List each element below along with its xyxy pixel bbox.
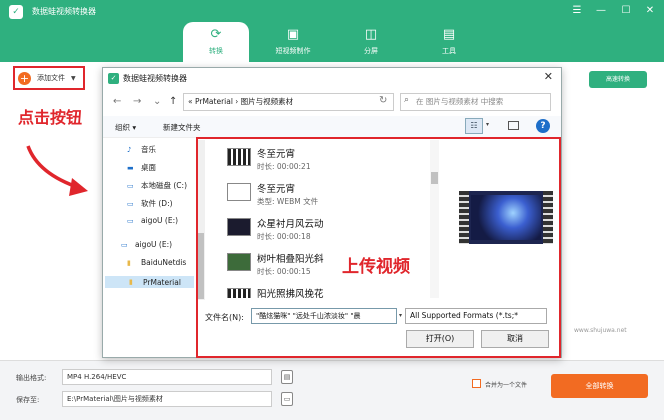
tree-item-drive-e[interactable]: ▭ aigoU (E:) [127, 216, 178, 225]
search-placeholder: 在 图片与视频素材 中搜索 [416, 97, 504, 106]
view-mode-icon[interactable]: ☷ [465, 118, 483, 134]
chevron-down-icon[interactable]: ▾ [486, 121, 489, 128]
output-format-label: 输出格式: [16, 374, 47, 382]
convert-icon: ⟳ [210, 27, 222, 42]
drive-icon: ▭ [127, 199, 134, 208]
tab-toolbox[interactable]: ▤ 工具 [416, 22, 482, 62]
tree-item-desktop[interactable]: ▬ 桌面 [127, 162, 156, 173]
refresh-icon[interactable]: ↻ [379, 95, 387, 106]
dialog-close-icon[interactable]: ✕ [544, 70, 553, 83]
annotation-upload-video: 上传视频 [342, 257, 410, 277]
toolbox-icon: ▤ [442, 27, 456, 42]
app-header: ✓ 数据蛙视频转换器 ☰ — ☐ ✕ ⟳ 转换 ▣ 短视频制作 ◫ 分屏 ▤ 工… [0, 0, 664, 62]
add-file-label: 添加文件 [37, 74, 65, 82]
chevron-down-icon[interactable]: ▼ [71, 75, 76, 82]
forward-icon[interactable]: → [133, 96, 141, 107]
desktop-icon: ▬ [127, 163, 134, 172]
tree-label: BaiduNetdis [141, 258, 187, 267]
tree-item-drive-e-root[interactable]: ▭ aigoU (E:) [121, 240, 172, 249]
drive-icon: ▭ [121, 240, 128, 249]
tree-label: aigoU (E:) [141, 216, 179, 225]
menu-icon[interactable]: ☰ [570, 4, 584, 18]
maximize-icon[interactable]: ☐ [619, 4, 633, 18]
tab-convert[interactable]: ⟳ 转换 [183, 22, 249, 62]
tab-label: 短视频制作 [275, 47, 311, 55]
dialog-title: 数据蛙视频转换器 [123, 74, 187, 83]
tree-item-prmaterial[interactable]: ▮ PrMaterial [105, 276, 194, 288]
app-title: 数据蛙视频转换器 [32, 7, 96, 16]
arrow-icon [26, 145, 88, 196]
drive-icon: ▭ [127, 216, 134, 225]
tab-split-screen[interactable]: ◫ 分屏 [338, 22, 404, 62]
watermark: www.shujuwa.net [574, 327, 627, 334]
help-icon[interactable]: ? [536, 119, 550, 133]
folder-tree: ♪ 音乐 ▬ 桌面 ▭ 本地磁盘 (C:) ▭ 软件 (D:) ▭ aigoU (E:) … [103, 140, 198, 300]
tree-label: 软件 (D:) [141, 199, 173, 208]
close-icon[interactable]: ✕ [643, 4, 657, 18]
search-icon: ⌕ [404, 95, 410, 105]
folder-icon: ▮ [127, 258, 131, 267]
up-folder-icon[interactable]: ↑ [169, 96, 177, 107]
save-to-label: 保存至: [16, 396, 40, 404]
new-folder-button[interactable]: 新建文件夹 [163, 122, 201, 133]
tree-label: aigoU (E:) [135, 240, 173, 249]
plus-icon: + [18, 71, 31, 85]
tree-item-drive-c[interactable]: ▭ 本地磁盘 (C:) [127, 180, 187, 191]
format-settings-icon[interactable]: ▤ [281, 370, 293, 384]
merge-label: 合并为一个文件 [485, 382, 528, 389]
convert-all-button[interactable]: 全部转换 [551, 374, 648, 398]
tree-label: 桌面 [141, 163, 156, 172]
annotation-click-button: 点击按钮 [18, 108, 83, 127]
back-icon[interactable]: ← [113, 96, 121, 107]
tree-item-drive-d[interactable]: ▭ 软件 (D:) [127, 198, 173, 209]
tree-item-baidunetdisk[interactable]: ▮ BaiduNetdis [127, 258, 186, 267]
music-icon: ♪ [127, 145, 132, 154]
highlight-box [196, 137, 561, 358]
address-breadcrumb[interactable]: « PrMaterial › 图片与视频素材 [183, 93, 394, 111]
tab-label: 工具 [442, 47, 456, 55]
tree-label: 音乐 [141, 145, 156, 154]
tree-item-music[interactable]: ♪ 音乐 [127, 144, 156, 155]
tab-video-edit[interactable]: ▣ 短视频制作 [260, 22, 326, 62]
tree-label: PrMaterial [143, 277, 181, 287]
tab-label: 分屏 [364, 47, 378, 55]
organize-menu[interactable]: 组织 ▾ [115, 122, 136, 133]
drive-icon: ▭ [127, 181, 134, 190]
minimize-icon[interactable]: — [594, 4, 608, 18]
recent-locations-icon[interactable]: ⌄ [153, 96, 161, 107]
app-logo-icon: ✓ [9, 5, 23, 19]
folder-icon: ▮ [129, 278, 133, 286]
tree-label: 本地磁盘 (C:) [141, 181, 187, 190]
folder-icon[interactable]: ▭ [281, 392, 293, 406]
search-input[interactable]: 在 图片与视频素材 中搜索 [400, 93, 551, 111]
save-path-field[interactable]: E:\PrMaterial\图片与视频素材 [62, 391, 272, 407]
output-format-select[interactable]: MP4 H.264/HEVC [62, 369, 272, 385]
high-speed-convert-button[interactable]: 高速转换 [589, 71, 647, 88]
add-file-button[interactable]: + 添加文件 ▼ [13, 66, 85, 90]
tab-label: 转换 [209, 47, 223, 55]
video-edit-icon: ▣ [286, 27, 300, 42]
split-screen-icon: ◫ [364, 27, 378, 42]
preview-pane-icon[interactable] [508, 121, 519, 130]
merge-checkbox[interactable] [472, 379, 481, 388]
dialog-logo-icon: ✓ [108, 73, 119, 84]
